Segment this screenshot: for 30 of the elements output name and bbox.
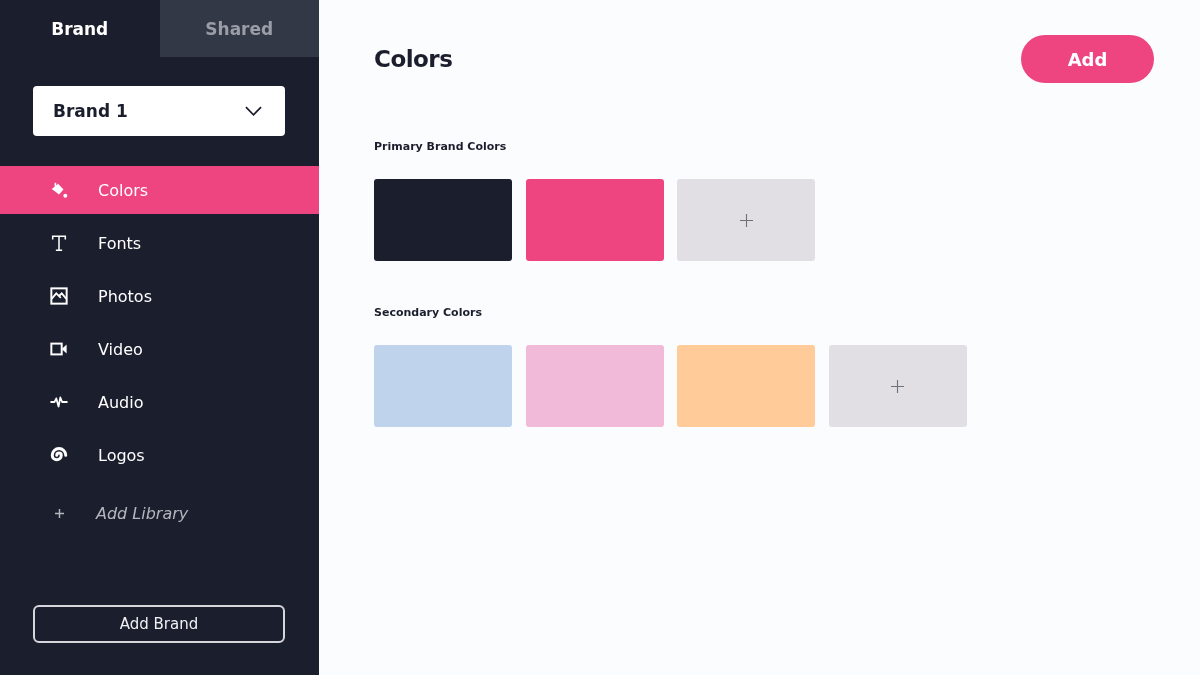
nav-item[interactable]: Audio (0, 378, 319, 426)
section-title: Primary Brand Colors (374, 140, 508, 154)
add-color-button[interactable] (677, 179, 815, 261)
nav-item[interactable]: Fonts (0, 219, 319, 267)
image-icon (50, 287, 68, 305)
color-swatch[interactable] (374, 179, 512, 261)
color-swatch[interactable] (525, 345, 664, 427)
section-title: Secondary Colors (374, 306, 483, 320)
color-swatch[interactable] (374, 345, 512, 427)
sidebar-tab[interactable]: Shared (159, 0, 319, 57)
spiral-icon (50, 446, 68, 464)
nav-item[interactable]: Logos (0, 431, 319, 479)
add-color-button[interactable] (828, 345, 967, 427)
add-button[interactable]: Add (1021, 35, 1154, 83)
paint-bucket-icon (50, 181, 68, 199)
nav-item[interactable]: Photos (0, 272, 319, 320)
add-library-button[interactable]: Add Library (0, 489, 189, 537)
add-brand-button[interactable]: Add Brand (33, 605, 285, 643)
video-camera-icon (50, 340, 68, 358)
brand-dropdown[interactable]: Brand 1 (33, 86, 285, 136)
page-title: Colors (374, 46, 453, 72)
plus-icon (55, 508, 64, 518)
text-icon (50, 234, 68, 252)
color-swatch[interactable] (677, 345, 815, 427)
nav-item[interactable]: Colors (0, 166, 319, 214)
nav-item[interactable]: Video (0, 325, 319, 373)
color-swatch[interactable] (525, 179, 664, 261)
plus-icon (891, 379, 904, 393)
plus-icon (739, 213, 753, 227)
chevron-down-icon (245, 106, 262, 116)
